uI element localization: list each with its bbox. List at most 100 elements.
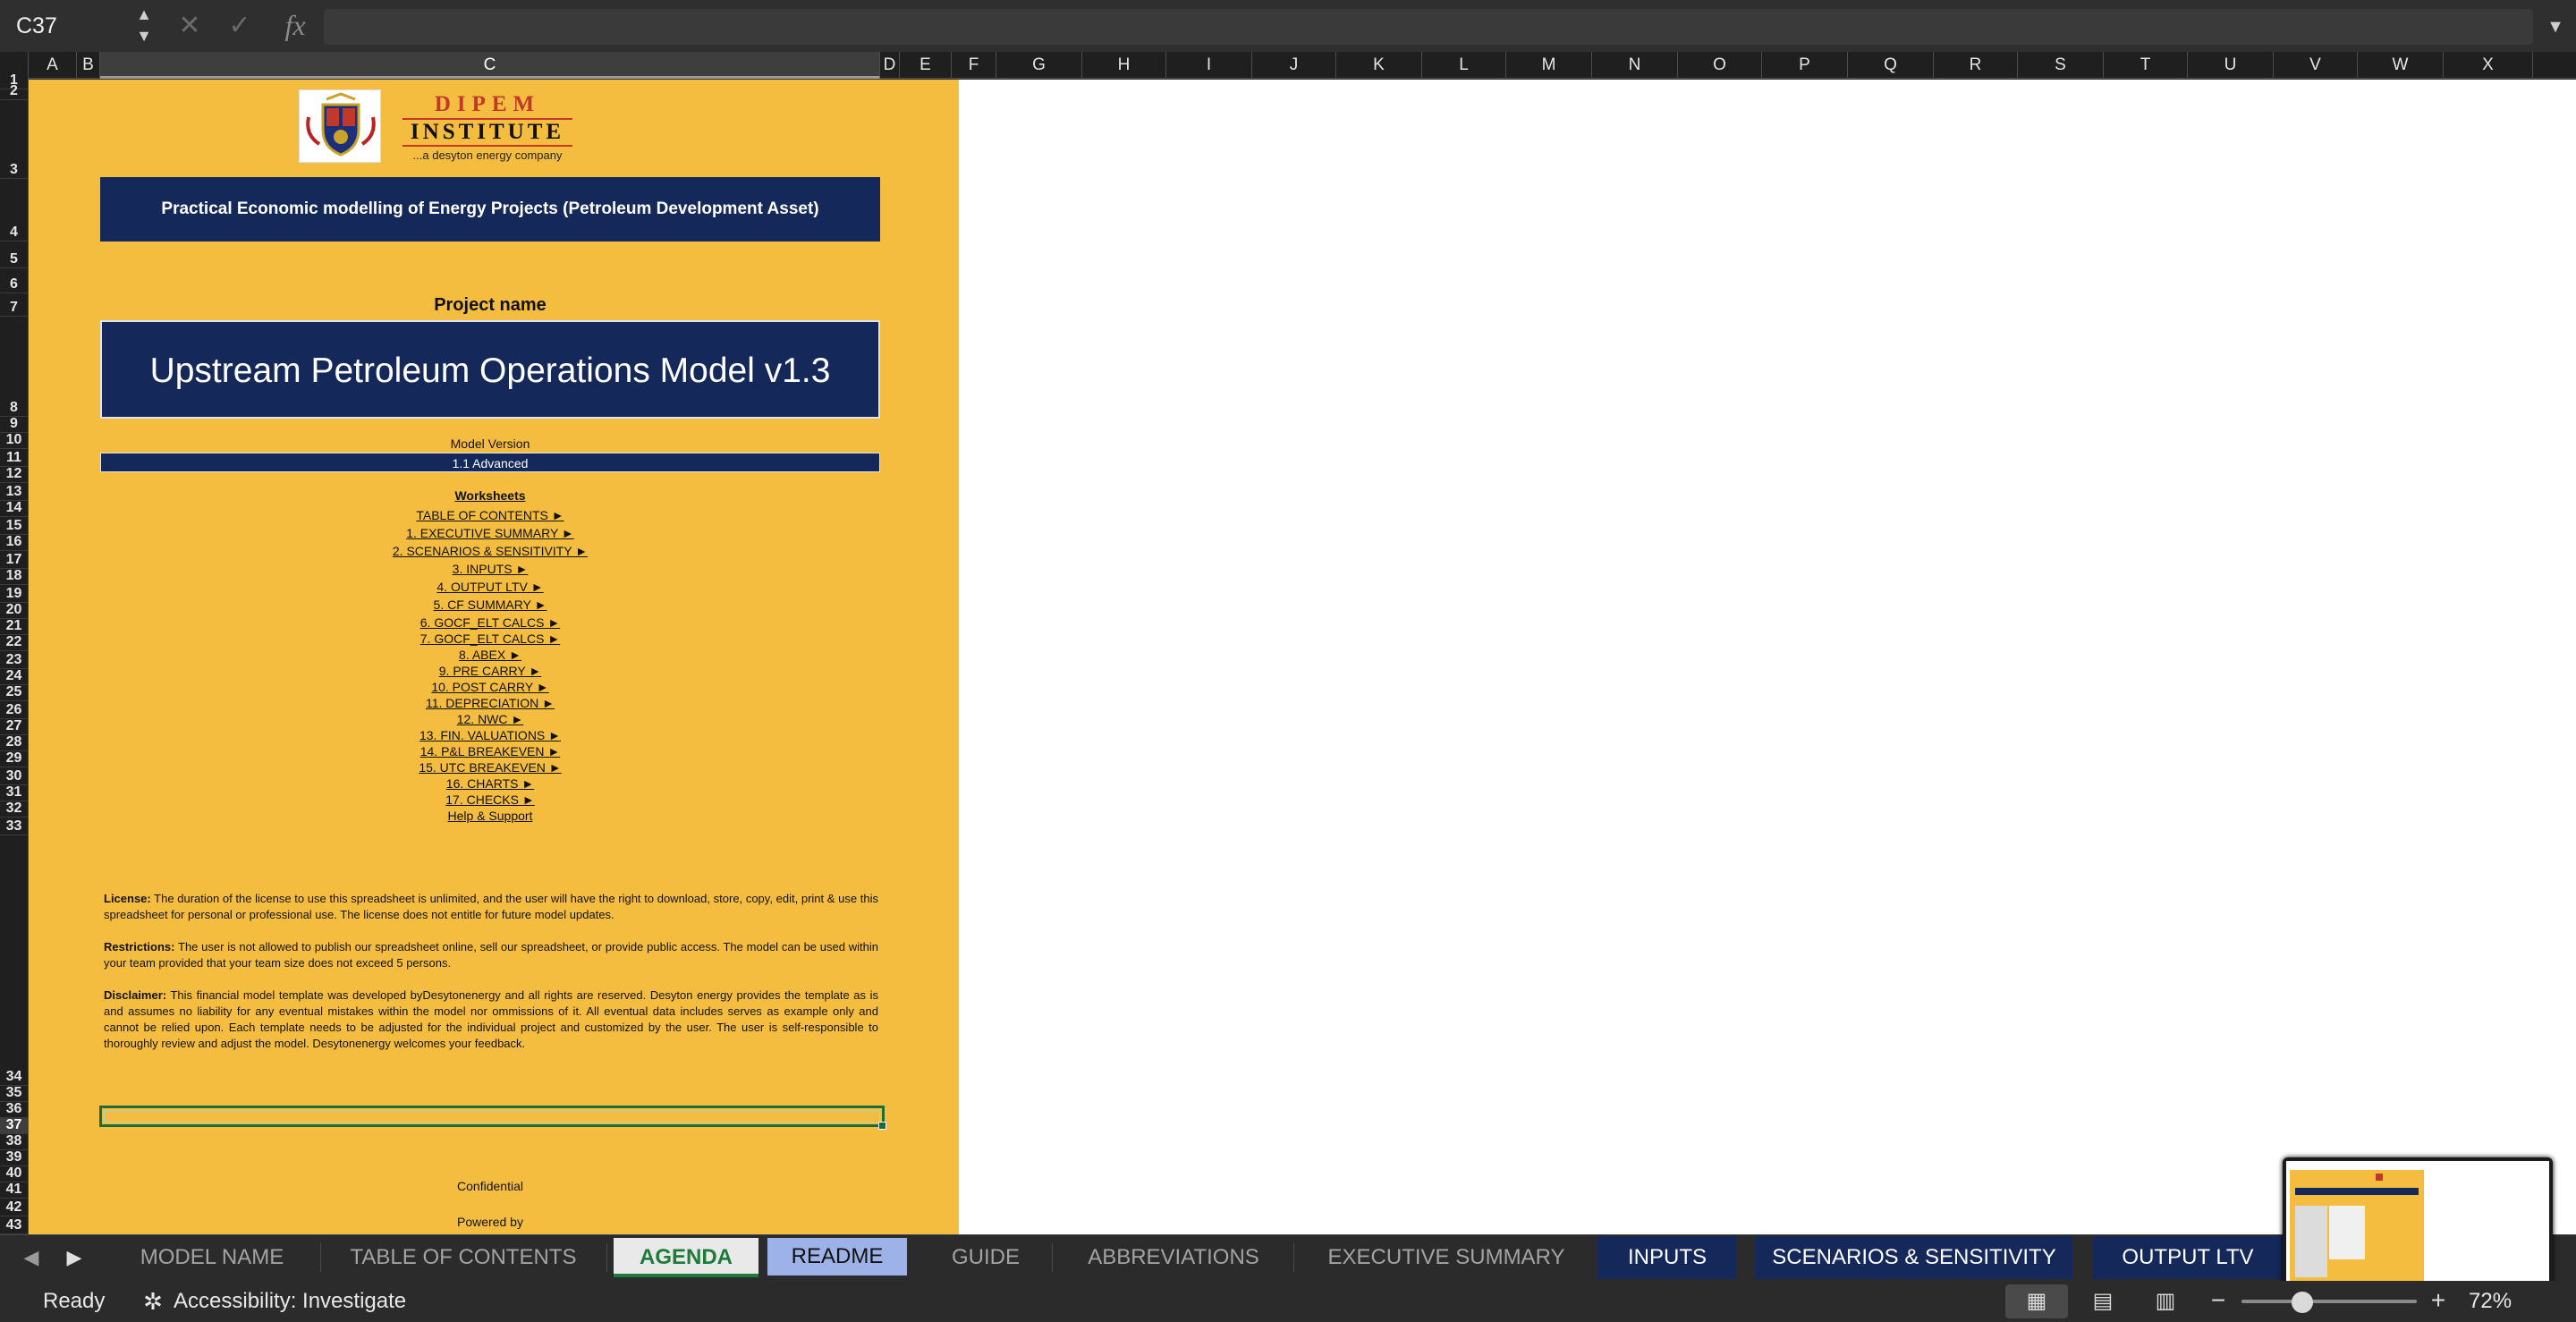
zoom-slider[interactable] [2241, 1300, 2417, 1303]
worksheet-link[interactable]: Help & Support [100, 809, 880, 823]
row-header-11[interactable]: 11 [0, 449, 28, 467]
worksheet-link[interactable]: 17. CHECKS ► [100, 792, 880, 807]
column-header-p[interactable]: P [1762, 52, 1848, 79]
row-header-41[interactable]: 41 [0, 1182, 28, 1199]
column-header-f[interactable]: F [952, 52, 996, 79]
row-header-42[interactable]: 42 [0, 1199, 28, 1216]
enter-formula-icon[interactable]: ✓ [225, 9, 254, 43]
worksheet-link[interactable]: 6. GOCF_ELT CALCS ► [100, 615, 880, 630]
row-header-20[interactable]: 20 [0, 603, 28, 619]
worksheet-link[interactable]: 9. PRE CARRY ► [100, 664, 880, 678]
accessibility-icon[interactable]: ✲ [138, 1286, 168, 1317]
sheet-tab-output-ltv[interactable]: OUTPUT LTV [2093, 1236, 2283, 1279]
tab-scroll-left-icon[interactable]: ◀ [16, 1234, 47, 1281]
selected-cell-c37[interactable] [99, 1106, 885, 1127]
row-header-3[interactable]: 3 [0, 100, 28, 179]
cancel-formula-icon[interactable]: ✕ [175, 9, 204, 43]
row-header-39[interactable]: 39 [0, 1150, 28, 1166]
row-header-18[interactable]: 18 [0, 569, 28, 585]
expand-formula-bar-icon[interactable]: ▼ [2542, 13, 2569, 41]
row-header-17[interactable]: 17 [0, 551, 28, 569]
column-header-r[interactable]: R [1934, 52, 2018, 79]
column-header-i[interactable]: I [1166, 52, 1252, 79]
column-header-u[interactable]: U [2188, 52, 2274, 79]
row-header-7[interactable]: 7 [0, 293, 28, 317]
row-header-43[interactable]: 43 [0, 1216, 28, 1234]
row-header-13[interactable]: 13 [0, 483, 28, 501]
column-header-h[interactable]: H [1082, 52, 1166, 79]
worksheet-link[interactable]: 12. NWC ► [100, 712, 880, 726]
worksheet-link[interactable]: 13. FIN. VALUATIONS ► [100, 728, 880, 742]
column-header-c[interactable]: C [100, 52, 880, 79]
row-header-34[interactable]: 34 [0, 835, 28, 1086]
worksheet-link[interactable]: 5. CF SUMMARY ► [100, 597, 880, 612]
row-header-25[interactable]: 25 [0, 685, 28, 701]
worksheet-link[interactable]: 11. DEPRECIATION ► [100, 696, 880, 710]
column-header-t[interactable]: T [2104, 52, 2188, 79]
sheet-tab-inputs[interactable]: INPUTS [1597, 1236, 1737, 1279]
row-header-37[interactable]: 37 [0, 1118, 28, 1134]
sheet-tab-executive-summary[interactable]: EXECUTIVE SUMMARY [1304, 1236, 1589, 1279]
column-header-w[interactable]: W [2358, 52, 2444, 79]
column-header-j[interactable]: J [1252, 52, 1336, 79]
worksheet-link[interactable]: 16. CHARTS ► [100, 776, 880, 791]
zoom-in-icon[interactable]: + [2426, 1284, 2451, 1318]
insert-function-button[interactable]: fx [275, 7, 315, 43]
row-header-19[interactable]: 19 [0, 585, 28, 603]
sheet-tab-scenarios-sensitivity[interactable]: SCENARIOS & SENSITIVITY [1755, 1236, 2073, 1279]
row-header-35[interactable]: 35 [0, 1086, 28, 1102]
name-box-stepper-icon[interactable]: ▲ ▼ [134, 4, 154, 48]
column-header-a[interactable]: A [29, 52, 77, 79]
worksheet-link[interactable]: 14. P&L BREAKEVEN ► [100, 744, 880, 758]
page-break-view-icon[interactable]: ▥ [2134, 1284, 2197, 1318]
row-header-33[interactable]: 33 [0, 818, 28, 835]
row-header-27[interactable]: 27 [0, 719, 28, 735]
column-header-g[interactable]: G [996, 52, 1082, 79]
column-header-l[interactable]: L [1422, 52, 1506, 79]
row-header-6[interactable]: 6 [0, 268, 28, 293]
worksheet-link[interactable]: 7. GOCF_ELT CALCS ► [100, 631, 880, 646]
row-header-21[interactable]: 21 [0, 619, 28, 635]
row-header-15[interactable]: 15 [0, 517, 28, 535]
column-header-o[interactable]: O [1678, 52, 1762, 79]
column-header-s[interactable]: S [2018, 52, 2104, 79]
row-header-28[interactable]: 28 [0, 735, 28, 751]
worksheet-link[interactable]: 2. SCENARIOS & SENSITIVITY ► [100, 544, 880, 558]
column-header-q[interactable]: Q [1848, 52, 1934, 79]
worksheet-link[interactable]: TABLE OF CONTENTS ► [100, 508, 880, 522]
page-layout-view-icon[interactable]: ▤ [2072, 1284, 2134, 1318]
sheet-preview-thumbnail[interactable] [2283, 1157, 2553, 1301]
normal-view-icon[interactable]: ▦ [2005, 1284, 2068, 1318]
row-header-12[interactable]: 12 [0, 467, 28, 483]
row-header-8[interactable]: 8 [0, 317, 28, 417]
row-header-24[interactable]: 24 [0, 669, 28, 685]
sheet-tab-agenda[interactable]: AGENDA [614, 1238, 758, 1277]
row-header-2[interactable]: 2 [0, 84, 28, 100]
sheet-tab-abbreviations[interactable]: ABBREVIATIONS [1063, 1236, 1284, 1279]
worksheet-link[interactable]: 15. UTC BREAKEVEN ► [100, 760, 880, 775]
fill-handle[interactable] [878, 1122, 886, 1130]
zoom-out-icon[interactable]: − [2206, 1284, 2231, 1318]
row-header-32[interactable]: 32 [0, 801, 28, 818]
column-header-x[interactable]: X [2444, 52, 2533, 79]
worksheet-link[interactable]: 10. POST CARRY ► [100, 680, 880, 694]
row-header-14[interactable]: 14 [0, 501, 28, 517]
row-header-22[interactable]: 22 [0, 635, 28, 651]
column-header-v[interactable]: V [2274, 52, 2358, 79]
row-header-26[interactable]: 26 [0, 701, 28, 719]
accessibility-status[interactable]: Accessibility: Investigate [174, 1288, 406, 1315]
row-header-31[interactable]: 31 [0, 785, 28, 801]
sheet-tab-guide[interactable]: GUIDE [928, 1236, 1043, 1279]
column-header-d[interactable]: D [880, 52, 900, 79]
formula-input[interactable] [324, 9, 2533, 45]
worksheet-link[interactable]: 1. EXECUTIVE SUMMARY ► [100, 526, 880, 540]
row-header-23[interactable]: 23 [0, 651, 28, 669]
worksheet-link[interactable]: 3. INPUTS ► [100, 562, 880, 576]
empty-cells-area[interactable] [959, 80, 2576, 1234]
column-header-e[interactable]: E [900, 52, 952, 79]
column-header-m[interactable]: M [1506, 52, 1592, 79]
row-header-38[interactable]: 38 [0, 1134, 28, 1150]
sheet-tab-model-name[interactable]: MODEL NAME [113, 1236, 311, 1279]
row-header-5[interactable]: 5 [0, 242, 28, 268]
row-header-36[interactable]: 36 [0, 1102, 28, 1118]
